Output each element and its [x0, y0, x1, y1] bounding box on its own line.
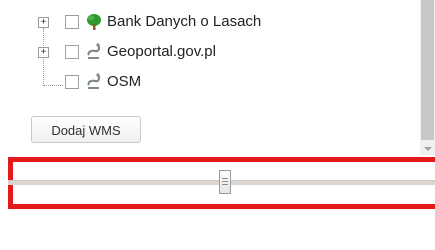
- layer-tree: + Bank Danych o Lasach + Geoportal.gov.p…: [0, 0, 420, 155]
- add-wms-button[interactable]: Dodaj WMS: [31, 116, 141, 143]
- tree-icon: [87, 14, 101, 30]
- layer-checkbox[interactable]: [65, 75, 79, 89]
- vertical-scrollbar[interactable]: [420, 0, 435, 155]
- scrollbar-thumb[interactable]: [421, 0, 434, 140]
- expand-icon[interactable]: +: [38, 17, 49, 28]
- layer-checkbox[interactable]: [65, 45, 79, 59]
- wms-layer-icon: [87, 73, 101, 89]
- layer-checkbox[interactable]: [65, 15, 79, 29]
- expand-icon[interactable]: +: [38, 47, 49, 58]
- grip-icon: [222, 181, 228, 182]
- grip-icon: [222, 178, 228, 179]
- grip-icon: [222, 184, 228, 185]
- layer-label: OSM: [107, 73, 142, 90]
- wms-layer-icon: [87, 43, 101, 59]
- layer-label: Bank Danych o Lasach: [107, 13, 262, 30]
- opacity-slider-handle[interactable]: [219, 170, 231, 194]
- layer-label: Geoportal.gov.pl: [107, 43, 216, 60]
- scroll-down-arrow-icon[interactable]: [424, 147, 432, 151]
- tree-connector-line: [43, 85, 63, 86]
